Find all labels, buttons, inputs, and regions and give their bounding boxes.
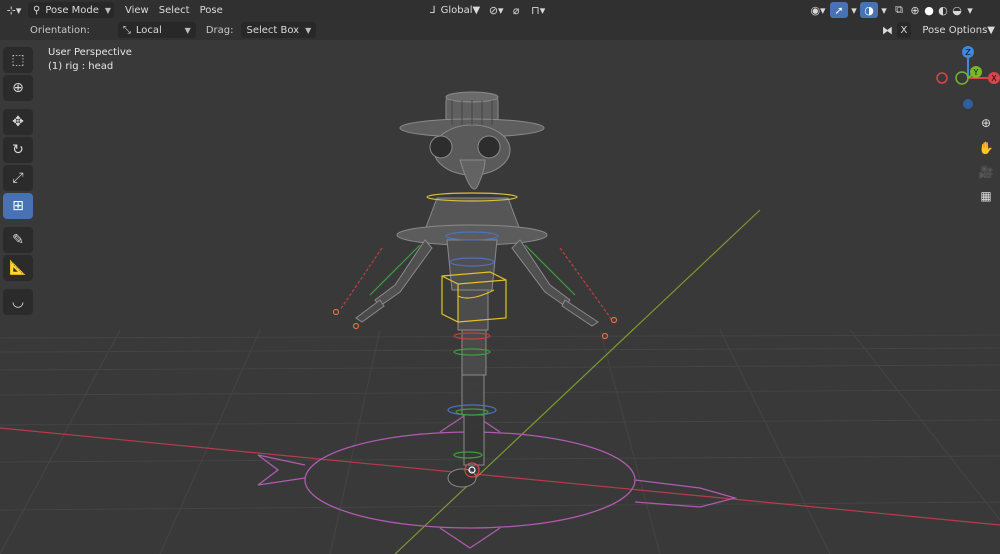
select-box-tool[interactable]: ⬚ — [3, 47, 33, 73]
toggle-perspective-button[interactable]: ▦ — [976, 186, 996, 206]
drag-label: Drag: — [205, 24, 234, 36]
zoom-icon: ⊕ — [980, 116, 992, 130]
annotate-icon: ✎ — [12, 232, 24, 248]
relax-curve-icon: ◡ — [11, 294, 25, 310]
tool-shelf: ⬚ ⊕ ✥ ↻ ⤢ ⊞ ✎ 📐 ◡ — [3, 47, 35, 317]
scale-tool[interactable]: ⤢ — [3, 165, 33, 191]
chevron-down-icon: ▼ — [472, 4, 481, 16]
bone-relax-tool[interactable]: ◡ — [3, 289, 33, 315]
menu-pose[interactable]: Pose — [195, 2, 228, 18]
3d-viewport[interactable] — [0, 0, 1000, 554]
select-box-icon: ⬚ — [11, 52, 25, 68]
orientation-dropdown[interactable]: ⤡ Local ▼ — [117, 22, 196, 38]
chevron-down-icon: ▼ — [987, 24, 995, 36]
viewport-scene — [0, 91, 1000, 554]
navigation-gizmo[interactable]: Z X Y — [930, 42, 1000, 112]
cursor-tool[interactable]: ⊕ — [3, 75, 33, 101]
camera-view-button[interactable]: 🎥 — [976, 162, 996, 182]
annotate-tool[interactable]: ✎ — [3, 227, 33, 253]
snap-icon[interactable]: ⌀ — [507, 2, 525, 18]
mode-selector-label: Pose Mode — [45, 4, 99, 16]
cursor-icon: ⊕ — [12, 80, 24, 96]
drag-dropdown[interactable]: Select Box ▼ — [241, 22, 317, 38]
pan-view-button[interactable]: ✋ — [976, 138, 996, 158]
camera-icon: 🎥 — [978, 165, 994, 179]
proportional-editing-icon[interactable]: ⊓▾ — [525, 2, 551, 18]
orientation-label: Orientation: — [30, 24, 90, 36]
menu-select[interactable]: Select — [154, 2, 195, 18]
editor-type-icon[interactable]: ⊹▾ — [0, 2, 28, 18]
rotate-icon: ↻ — [12, 142, 24, 158]
wireframe-shading-icon[interactable]: ⊕ — [908, 2, 922, 18]
measure-icon: 📐 — [9, 260, 27, 276]
material-shading-icon[interactable]: ◐ — [936, 2, 950, 18]
move-icon: ✥ — [12, 114, 24, 130]
pose-mode-icon: ⚲ — [33, 4, 41, 16]
chevron-down-icon: ▼ — [104, 5, 112, 15]
pose-options-label: Pose Options — [922, 24, 988, 36]
mode-selector[interactable]: ⚲ Pose Mode ▼ — [28, 2, 114, 18]
gizmo-neg-y-handle[interactable] — [955, 71, 969, 85]
pose-options-dropdown[interactable]: Pose Options ▼ — [917, 22, 1000, 38]
x-axis-line — [0, 427, 1000, 526]
grid-perspective-icon: ▦ — [980, 189, 992, 203]
viewport-info: User Perspective (1) rig : head — [48, 46, 132, 74]
character-mesh — [355, 91, 599, 488]
local-orientation-icon: ⤡ — [122, 24, 131, 36]
move-tool[interactable]: ✥ — [3, 109, 33, 135]
chevron-down-icon[interactable]: ▾ — [878, 2, 890, 18]
view-name: User Perspective — [48, 47, 132, 58]
viewport-header: ⊹▾ ⚲ Pose Mode ▼ View Select Pose ⅃ Glob… — [0, 0, 1000, 20]
visibility-icon[interactable]: ◉▾ — [806, 2, 830, 18]
hand-icon: ✋ — [978, 141, 994, 155]
x-mirror-toggle[interactable]: X — [896, 22, 912, 38]
chevron-down-icon: ▼ — [184, 25, 191, 35]
menu-view[interactable]: View — [120, 2, 154, 18]
gizmo-neg-z-handle[interactable] — [963, 99, 973, 109]
active-object-label: (1) rig : head — [48, 61, 114, 72]
orientation-dropdown-value: Local — [135, 24, 162, 36]
rendered-shading-icon[interactable]: ◒ — [950, 2, 964, 18]
xray-toggle-icon[interactable]: ⧉ — [890, 2, 908, 18]
chevron-down-icon: ▼ — [305, 25, 312, 35]
tool-settings-header: Orientation: ⤡ Local ▼ Drag: Select Box … — [0, 20, 1000, 40]
rotate-tool[interactable]: ↻ — [3, 137, 33, 163]
transform-orientation-selector[interactable]: ⅃ Global ▼ — [425, 2, 485, 18]
transform-icon: ⊞ — [12, 198, 24, 214]
zoom-view-button[interactable]: ⊕ — [976, 113, 996, 133]
scale-icon: ⤢ — [12, 170, 24, 186]
drag-dropdown-value: Select Box — [246, 24, 300, 36]
chevron-down-icon[interactable]: ▾ — [848, 2, 860, 18]
pivot-point-icon[interactable]: ⊘▾ — [485, 2, 507, 18]
gizmo-z-label: Z — [965, 48, 971, 57]
overlays-toggle-icon[interactable]: ◑ — [860, 2, 878, 18]
gizmo-x-label: X — [991, 74, 997, 83]
gizmo-y-label: Y — [973, 68, 979, 77]
root-bone-widget — [257, 411, 738, 549]
orientation-axes-icon: ⅃ — [430, 4, 436, 16]
gizmo-toggle-icon[interactable]: ➚ — [830, 2, 848, 18]
measure-tool[interactable]: 📐 — [3, 255, 33, 281]
chevron-down-icon[interactable]: ▾ — [964, 2, 976, 18]
solid-shading-icon[interactable]: ● — [922, 2, 936, 18]
mirror-axis-icon: ⧓ — [882, 23, 894, 37]
transform-tool[interactable]: ⊞ — [3, 193, 33, 219]
gizmo-neg-x-handle[interactable] — [936, 72, 948, 84]
transform-orientation-label: Global — [440, 4, 473, 16]
